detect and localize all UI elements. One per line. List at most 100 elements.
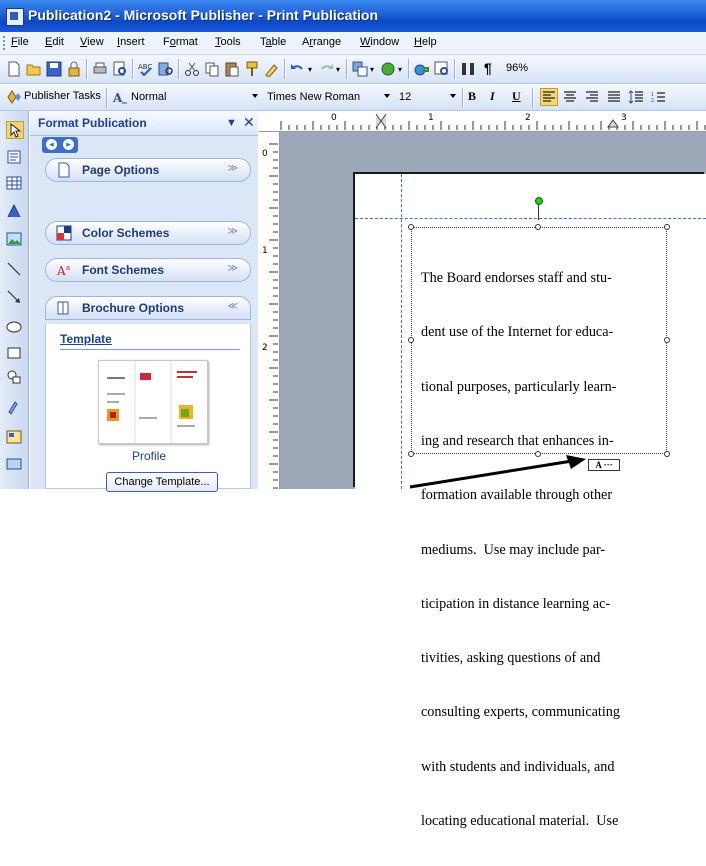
menu-file[interactable]: File: [11, 36, 29, 48]
columns-icon[interactable]: [460, 61, 476, 77]
task-pane-close-icon[interactable]: ✕: [243, 114, 255, 131]
copy-icon[interactable]: [204, 61, 220, 77]
rotate-icon[interactable]: [380, 61, 396, 77]
autoshapes-icon[interactable]: [6, 369, 22, 385]
menu-format[interactable]: Format: [163, 36, 198, 48]
section-color-schemes[interactable]: Color Schemes ≫: [45, 221, 251, 245]
resize-handle-right[interactable]: [664, 337, 670, 343]
vertical-ruler[interactable]: 0 1 2: [259, 132, 280, 497]
text-line: mediums. Use may include par-: [421, 541, 606, 558]
bring-to-front-dropdown-icon[interactable]: ▾: [370, 65, 374, 74]
wordart-icon[interactable]: [6, 203, 22, 219]
new-icon[interactable]: [6, 61, 22, 77]
format-painter-brush-icon[interactable]: [264, 61, 280, 77]
redo-dropdown-icon[interactable]: ▾: [336, 65, 340, 74]
menu-table[interactable]: Table: [260, 36, 286, 48]
redo-icon[interactable]: [318, 61, 334, 77]
bring-to-front-icon[interactable]: [352, 61, 368, 77]
section-font-schemes[interactable]: Aa Font Schemes ≫: [45, 258, 251, 282]
numbering-icon[interactable]: 12: [650, 89, 666, 105]
paste-icon[interactable]: [224, 61, 240, 77]
align-left-icon[interactable]: [540, 88, 558, 106]
justify-icon[interactable]: [606, 89, 622, 105]
zoom-icon[interactable]: [434, 61, 450, 77]
rotation-handle[interactable]: [535, 197, 543, 205]
menu-arrange[interactable]: Arrange: [302, 36, 341, 48]
text-line: ing and research that enhances in-: [421, 433, 614, 450]
text-box[interactable]: The Board endorses staff and stu- dent u…: [411, 227, 667, 829]
horizontal-ruler[interactable]: 0 1 2 3: [259, 111, 706, 132]
text-box-content[interactable]: The Board endorses staff and stu- dent u…: [421, 233, 663, 866]
publisher-tasks-button[interactable]: Publisher Tasks: [24, 90, 101, 102]
chevron-down-icon: ≫: [227, 163, 238, 174]
resize-handle-left[interactable]: [408, 337, 414, 343]
svg-text:A: A: [112, 91, 123, 105]
zoom-field[interactable]: 96%: [503, 59, 553, 77]
catalog-merge-icon[interactable]: [6, 455, 22, 471]
open-icon[interactable]: [26, 61, 42, 77]
picture-frame-icon[interactable]: [6, 231, 22, 247]
template-divider: [60, 349, 240, 350]
insert-hyperlink-icon[interactable]: [414, 61, 430, 77]
font-select[interactable]: Times New Roman: [264, 88, 392, 106]
save-icon[interactable]: [46, 61, 62, 77]
resize-handle-bottom-right[interactable]: [664, 451, 670, 457]
font-size-select[interactable]: 12: [396, 88, 458, 106]
menu-insert[interactable]: Insert: [117, 36, 145, 48]
select-objects-icon[interactable]: [6, 121, 24, 139]
line-icon[interactable]: [6, 261, 22, 277]
undo-dropdown-icon[interactable]: ▾: [308, 65, 312, 74]
menu-window[interactable]: Window: [360, 36, 399, 48]
menu-view[interactable]: View: [80, 36, 104, 48]
print-icon[interactable]: [92, 61, 108, 77]
hotspot-icon[interactable]: [6, 399, 22, 415]
menu-tools[interactable]: Tools: [215, 36, 241, 48]
oval-icon[interactable]: [6, 319, 22, 335]
section-page-options[interactable]: Page Options ≫: [45, 158, 251, 182]
permission-icon[interactable]: [66, 61, 82, 77]
design-gallery-icon[interactable]: [6, 429, 22, 445]
task-pane-dropdown-icon[interactable]: ▼: [226, 117, 237, 129]
section-brochure-options[interactable]: Brochure Options ≪: [45, 296, 251, 320]
template-thumbnail[interactable]: [98, 360, 208, 444]
ruler-label-1: 1: [428, 113, 434, 123]
print-preview-icon[interactable]: [112, 61, 128, 77]
menubar-grip[interactable]: [3, 36, 8, 50]
ruler-label-0: 0: [331, 113, 337, 123]
italic-button[interactable]: I: [490, 89, 495, 104]
format-painter-icon[interactable]: [244, 61, 260, 77]
styles-icon[interactable]: A: [112, 89, 128, 105]
pilcrow-icon[interactable]: ¶: [484, 60, 492, 76]
align-center-icon[interactable]: [562, 89, 578, 105]
resize-handle-top[interactable]: [535, 224, 541, 230]
line-spacing-icon[interactable]: [628, 89, 644, 105]
research-icon[interactable]: [158, 61, 174, 77]
rotate-dropdown-icon[interactable]: ▾: [398, 65, 402, 74]
text-box-icon[interactable]: [6, 149, 22, 165]
task-pane-navigation: ◂ ▸: [42, 137, 78, 153]
cut-icon[interactable]: [184, 61, 200, 77]
insert-table-icon[interactable]: [6, 175, 22, 191]
page-icon: [58, 162, 70, 178]
svg-text:A: A: [56, 264, 66, 278]
rectangle-icon[interactable]: [6, 345, 22, 361]
forward-icon[interactable]: ▸: [63, 139, 74, 150]
resize-handle-top-left[interactable]: [408, 224, 414, 230]
resize-handle-top-right[interactable]: [664, 224, 670, 230]
change-template-button[interactable]: Change Template...: [106, 472, 218, 492]
text-line: tivities, asking questions of and: [421, 650, 601, 667]
menu-edit[interactable]: Edit: [45, 36, 64, 48]
undo-icon[interactable]: [290, 61, 306, 77]
back-icon[interactable]: ◂: [46, 139, 57, 150]
arrow-icon[interactable]: [6, 289, 22, 305]
template-preview-image: [107, 361, 197, 443]
style-select[interactable]: Normal: [128, 88, 260, 106]
menu-help[interactable]: Help: [414, 36, 437, 48]
publisher-tasks-icon[interactable]: [6, 89, 22, 105]
spelling-icon[interactable]: ABC: [138, 61, 154, 77]
publisher-app-icon[interactable]: [6, 8, 24, 26]
bold-button[interactable]: B: [468, 89, 476, 104]
align-right-icon[interactable]: [584, 89, 600, 105]
brochure-icon: [57, 301, 69, 315]
underline-button[interactable]: U: [512, 89, 521, 104]
